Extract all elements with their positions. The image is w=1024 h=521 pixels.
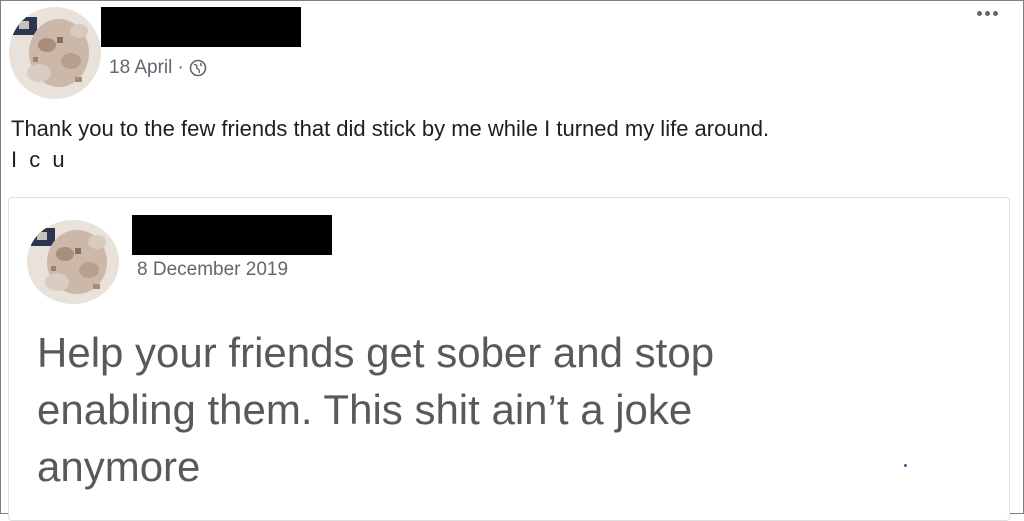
shared-text-line: enabling them. This shit ain’t a joke: [37, 386, 693, 433]
artifact-dot: [904, 464, 907, 467]
post-meta: 18 April ·: [109, 57, 207, 79]
post-date[interactable]: 18 April: [109, 57, 172, 79]
globe-icon: [189, 59, 207, 77]
shared-post-date[interactable]: 8 December 2019: [137, 259, 288, 281]
shared-post-text: Help your friends get sober and stop ena…: [37, 324, 997, 495]
shared-post-meta: 8 December 2019: [137, 259, 288, 281]
redacted-author-name: [101, 7, 301, 47]
more-options-icon[interactable]: [977, 11, 998, 16]
meta-separator: ·: [177, 57, 184, 78]
post-text-line: Thank you to the few friends that did st…: [11, 116, 770, 141]
redacted-shared-author-name: [132, 215, 332, 255]
author-avatar[interactable]: [9, 7, 101, 99]
post-text: Thank you to the few friends that did st…: [11, 113, 1011, 175]
more-dot: [985, 11, 990, 16]
shared-post-card[interactable]: 8 December 2019 Help your friends get so…: [8, 197, 1010, 521]
shared-author-avatar[interactable]: [27, 220, 119, 304]
more-dot: [993, 11, 998, 16]
facebook-post-screenshot: 18 April · Thank you to the few friends …: [0, 0, 1024, 521]
shared-text-line: anymore: [37, 443, 201, 490]
post-text-line: I c u: [11, 147, 68, 172]
shared-text-line: Help your friends get sober and stop: [37, 329, 715, 376]
more-dot: [977, 11, 982, 16]
